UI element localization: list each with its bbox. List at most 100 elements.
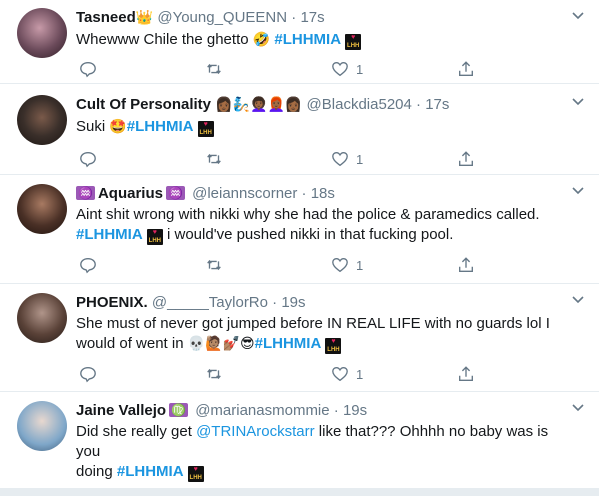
like-button[interactable] <box>328 255 352 275</box>
tweet-text: Suki 🤩#LHHMIA ♥ LHH <box>76 117 571 137</box>
emoji: 🤩 <box>109 119 127 135</box>
lhh-hashflag-icon: ♥ LHH <box>187 466 204 482</box>
tweet[interactable]: Jaine Vallejo ♍ @marianasmommie · 19s Did… <box>0 392 599 496</box>
retweet-icon <box>207 153 221 165</box>
timestamp[interactable]: 17s <box>425 96 449 113</box>
chevron-down-icon[interactable] <box>571 8 585 22</box>
like-button[interactable] <box>328 149 352 169</box>
timestamp[interactable]: 19s <box>343 402 367 419</box>
like-count: 1 <box>356 151 364 167</box>
reply-button[interactable] <box>76 59 100 79</box>
tweet-header: ♒ Aquarius ♒ @leiannscorner · 18s <box>76 184 571 203</box>
hashtag-link[interactable]: #LHHMIA <box>255 335 322 352</box>
retweet-button[interactable] <box>202 59 226 79</box>
tweet-actions: 1 <box>76 364 536 384</box>
user-handle[interactable]: @leiannscorner <box>192 185 297 202</box>
share-button[interactable] <box>454 59 478 79</box>
tweet-header: Jaine Vallejo ♍ @marianasmommie · 19s <box>76 401 571 420</box>
reply-button[interactable] <box>76 364 100 384</box>
mention-link[interactable]: @TRINArockstarr <box>196 423 315 440</box>
text: Did she really get <box>76 423 197 440</box>
share-button[interactable] <box>454 364 478 384</box>
name-emoji: 👑 <box>135 10 154 26</box>
heart-icon <box>332 152 348 167</box>
retweet-button[interactable] <box>202 255 226 275</box>
tweet-header: PHOENIX. @_____TaylorRo · 19s <box>76 293 571 312</box>
hashtag-link[interactable]: #LHHMIA <box>76 226 143 243</box>
text: She must of never got jumped before IN R… <box>76 315 550 332</box>
tweet-feed: Tasneed👑 @Young_QUEENN · 17s Whewww Chil… <box>0 0 599 496</box>
aquarius-icon: ♒ <box>76 186 95 200</box>
user-handle[interactable]: @Blackdia5204 <box>307 96 412 113</box>
avatar[interactable] <box>17 8 67 58</box>
tweet[interactable]: ♒ Aquarius ♒ @leiannscorner · 18s Aint shi… <box>0 175 599 284</box>
tweet[interactable]: Cult Of Personality 👩🏾🧞👩🏾‍🦱👩🏾‍🦰👩🏾 @Black… <box>0 84 599 175</box>
retweet-button[interactable] <box>202 149 226 169</box>
lhh-hashflag-icon: ♥ LHH <box>345 34 362 50</box>
tweet-text: Did she really get @TRINArockstarr like … <box>76 422 571 482</box>
retweet-icon <box>207 259 221 271</box>
reply-icon <box>80 62 96 78</box>
lhh-hashflag-icon: ♥ LHH <box>146 229 163 245</box>
hashtag-link[interactable]: #LHHMIA <box>274 31 341 48</box>
separator: · <box>272 294 278 311</box>
timestamp[interactable]: 17s <box>300 9 324 26</box>
display-name[interactable]: Jaine Vallejo <box>76 402 166 419</box>
separator: · <box>291 9 297 26</box>
share-button[interactable] <box>454 149 478 169</box>
user-handle[interactable]: @Young_QUEENN <box>157 9 287 26</box>
text: Aint shit wrong with nikki why she had t… <box>76 206 540 223</box>
timestamp[interactable]: 19s <box>281 294 305 311</box>
heart-icon <box>332 258 348 273</box>
text: doing <box>76 463 117 480</box>
user-handle[interactable]: @_____TaylorRo <box>152 294 268 311</box>
reply-button[interactable] <box>76 149 100 169</box>
share-icon <box>459 366 473 381</box>
user-handle[interactable]: @marianasmommie <box>195 402 329 419</box>
tweet-text: Whewww Chile the ghetto 🤣 #LHHMIA ♥ LHH <box>76 30 571 50</box>
tweet-actions: 1 <box>76 255 536 275</box>
text: Whewww Chile the ghetto <box>76 31 253 48</box>
avatar[interactable] <box>17 293 67 343</box>
avatar[interactable] <box>17 401 67 451</box>
reply-icon <box>80 152 96 168</box>
tweet[interactable]: PHOENIX. @_____TaylorRo · 19s She must o… <box>0 284 599 392</box>
chevron-down-icon[interactable] <box>571 292 585 306</box>
like-count: 1 <box>356 61 364 77</box>
display-name[interactable]: PHOENIX. <box>76 294 148 311</box>
share-icon <box>459 61 473 76</box>
avatar[interactable] <box>17 95 67 145</box>
bottom-divider <box>0 488 599 496</box>
like-count: 1 <box>356 257 364 273</box>
share-button[interactable] <box>454 255 478 275</box>
separator: · <box>416 96 422 113</box>
separator: · <box>333 402 339 419</box>
tweet-actions: 1 <box>76 149 536 169</box>
reply-button[interactable] <box>76 255 100 275</box>
tweet-header: Tasneed👑 @Young_QUEENN · 17s <box>76 8 571 28</box>
aquarius-icon: ♒ <box>165 186 185 200</box>
hashtag-link[interactable]: #LHHMIA <box>127 118 194 135</box>
like-button[interactable] <box>328 59 352 79</box>
share-icon <box>459 257 473 272</box>
tweet-header: Cult Of Personality 👩🏾🧞👩🏾‍🦱👩🏾‍🦰👩🏾 @Black… <box>76 95 571 115</box>
display-name[interactable]: Cult Of Personality <box>76 96 211 113</box>
separator: · <box>301 185 307 202</box>
avatar[interactable] <box>17 184 67 234</box>
heart-icon <box>332 62 348 77</box>
display-name[interactable]: Tasneed <box>76 9 136 26</box>
timestamp[interactable]: 18s <box>311 185 335 202</box>
text: Suki <box>76 118 110 135</box>
chevron-down-icon[interactable] <box>571 183 585 197</box>
retweet-button[interactable] <box>202 364 226 384</box>
chevron-down-icon[interactable] <box>571 400 585 414</box>
tweet[interactable]: Tasneed👑 @Young_QUEENN · 17s Whewww Chil… <box>0 0 599 84</box>
emoji: 🤣 <box>252 32 271 48</box>
chevron-down-icon[interactable] <box>571 94 585 108</box>
hashtag-link[interactable]: #LHHMIA <box>117 463 184 480</box>
text: i would've pushed nikki in that fucking … <box>162 226 454 243</box>
like-button[interactable] <box>328 364 352 384</box>
display-name[interactable]: Aquarius <box>98 185 163 202</box>
emoji: 💀🙋🏽💅🏽😎 <box>187 336 255 352</box>
retweet-icon <box>207 63 221 75</box>
